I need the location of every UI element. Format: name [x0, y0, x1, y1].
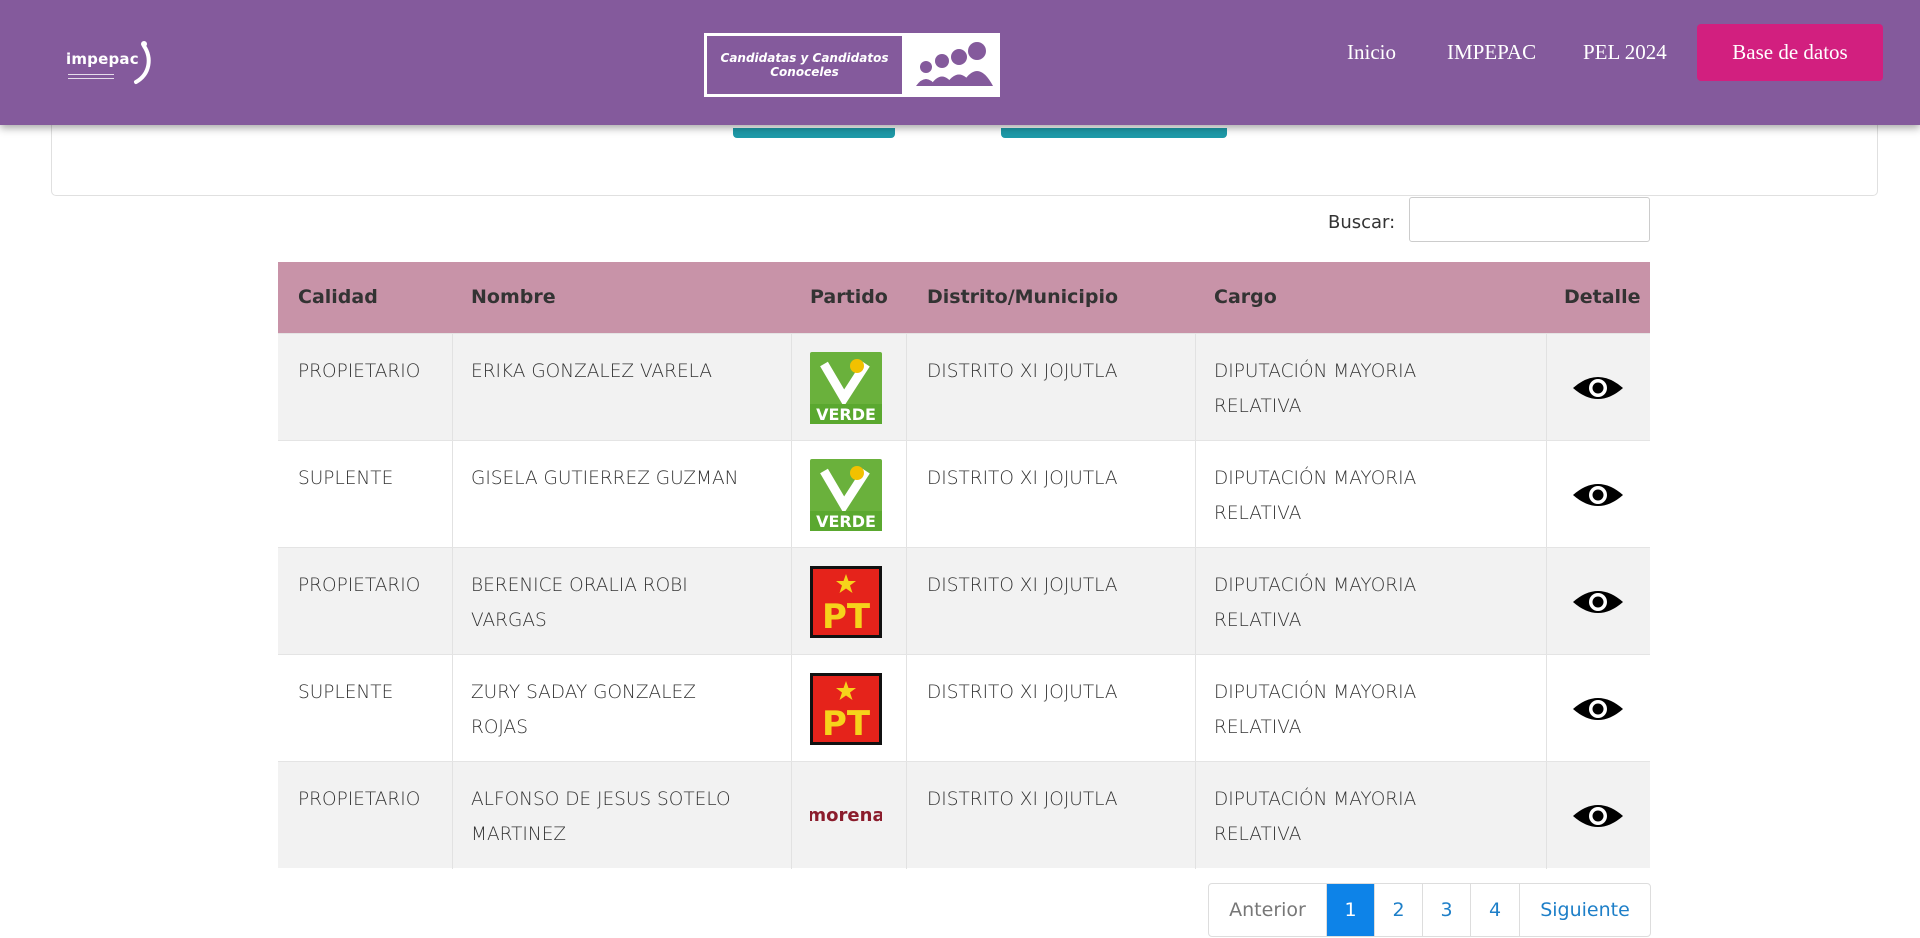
- table-row: PROPIETARIO ERIKA GONZALEZ VARELA VERDE …: [278, 333, 1650, 441]
- table-row: SUPLENTE ZURY SADAY GONZALEZ ROJAS PT DIS…: [278, 654, 1650, 762]
- svg-text:PT: PT: [822, 597, 871, 637]
- center-logo-text: Candidatas y Candidatos Conoceles: [707, 36, 902, 94]
- cell-nombre: ALFONSO DE JESUS SOTELO MARTINEZ: [471, 789, 731, 845]
- pt-party-logo: PT: [810, 566, 882, 638]
- eye-icon[interactable]: [1571, 372, 1625, 404]
- cell-distrito: DISTRITO XI JOJUTLA: [927, 789, 1118, 810]
- cell-calidad: PROPIETARIO: [298, 361, 421, 382]
- people-group-icon: [904, 36, 997, 94]
- cell-calidad: SUPLENTE: [298, 468, 394, 489]
- cell-cargo: DIPUTACIÓN MAYORIA RELATIVA: [1214, 468, 1417, 524]
- filter-button-2[interactable]: [1001, 128, 1227, 138]
- brand-text: impepac: [66, 50, 139, 68]
- header-distrito[interactable]: Distrito/Municipio: [927, 262, 1118, 333]
- search-input[interactable]: [1409, 197, 1650, 242]
- svg-text:morena: morena: [810, 805, 882, 826]
- eye-icon[interactable]: [1571, 800, 1625, 832]
- filter-button-1[interactable]: [733, 128, 895, 138]
- cell-distrito: DISTRITO XI JOJUTLA: [927, 468, 1118, 489]
- nav-link-inicio[interactable]: Inicio: [1347, 40, 1396, 65]
- candidatas-candidatos-logo[interactable]: Candidatas y Candidatos Conoceles: [704, 33, 1000, 97]
- search-label: Buscar:: [1328, 212, 1396, 233]
- header-partido[interactable]: Partido: [810, 262, 888, 333]
- cell-nombre: ERIKA GONZALEZ VARELA: [471, 361, 713, 382]
- cell-calidad: SUPLENTE: [298, 682, 394, 703]
- cell-cargo: DIPUTACIÓN MAYORIA RELATIVA: [1214, 789, 1417, 845]
- header-detalle[interactable]: Detalle: [1564, 262, 1640, 333]
- cell-calidad: PROPIETARIO: [298, 789, 421, 810]
- pagination-prev[interactable]: Anterior: [1209, 884, 1327, 936]
- cell-nombre: GISELA GUTIERREZ GUZMAN: [471, 468, 739, 489]
- table-row: PROPIETARIO ALFONSO DE JESUS SOTELO MARTI…: [278, 761, 1650, 869]
- pagination-page-3[interactable]: 3: [1423, 884, 1471, 936]
- base-de-datos-button[interactable]: Base de datos: [1697, 24, 1883, 81]
- impepac-logo[interactable]: impepac: [66, 38, 156, 88]
- pagination-page-2[interactable]: 2: [1375, 884, 1423, 936]
- verde-party-logo: VERDE: [810, 459, 882, 531]
- cell-cargo: DIPUTACIÓN MAYORIA RELATIVA: [1214, 361, 1417, 417]
- svg-text:VERDE: VERDE: [816, 405, 876, 424]
- table-header: Calidad Nombre Partido Distrito/Municipi…: [278, 262, 1650, 333]
- svg-text:VERDE: VERDE: [816, 512, 876, 531]
- pagination-next[interactable]: Siguiente: [1520, 884, 1650, 936]
- swirl-icon: [134, 41, 151, 84]
- eye-icon[interactable]: [1571, 479, 1625, 511]
- navbar: impepac Candidatas y Candidatos Conocele…: [0, 0, 1920, 125]
- cell-calidad: PROPIETARIO: [298, 575, 421, 596]
- nav-link-pel-2024[interactable]: PEL 2024: [1583, 40, 1667, 65]
- morena-party-logo: morena: [807, 796, 884, 868]
- brand-tagline-lines: [68, 74, 114, 84]
- cell-cargo: DIPUTACIÓN MAYORIA RELATIVA: [1214, 682, 1417, 738]
- nav-link-impepac[interactable]: IMPEPAC: [1447, 40, 1536, 65]
- svg-text:PT: PT: [822, 704, 871, 744]
- cell-nombre: BERENICE ORALIA ROBI VARGAS: [471, 575, 688, 631]
- pagination-page-4[interactable]: 4: [1471, 884, 1520, 936]
- eye-icon[interactable]: [1571, 693, 1625, 725]
- cell-nombre: ZURY SADAY GONZALEZ ROJAS: [471, 682, 696, 738]
- pagination-page-1[interactable]: 1: [1327, 884, 1375, 936]
- header-nombre[interactable]: Nombre: [471, 262, 556, 333]
- verde-party-logo: VERDE: [810, 352, 882, 424]
- cell-distrito: DISTRITO XI JOJUTLA: [927, 682, 1118, 703]
- candidates-table: Calidad Nombre Partido Distrito/Municipi…: [278, 262, 1650, 871]
- eye-icon[interactable]: [1571, 586, 1625, 618]
- header-calidad[interactable]: Calidad: [298, 262, 378, 333]
- cell-distrito: DISTRITO XI JOJUTLA: [927, 575, 1118, 596]
- pagination: Anterior 1 2 3 4 Siguiente: [1208, 883, 1651, 937]
- cell-distrito: DISTRITO XI JOJUTLA: [927, 361, 1118, 382]
- table-row: SUPLENTE GISELA GUTIERREZ GUZMAN VERDE D…: [278, 440, 1650, 548]
- header-cargo[interactable]: Cargo: [1214, 262, 1277, 333]
- table-row: PROPIETARIO BERENICE ORALIA ROBI VARGAS P…: [278, 547, 1650, 655]
- pt-party-logo: PT: [810, 673, 882, 745]
- cell-cargo: DIPUTACIÓN MAYORIA RELATIVA: [1214, 575, 1417, 631]
